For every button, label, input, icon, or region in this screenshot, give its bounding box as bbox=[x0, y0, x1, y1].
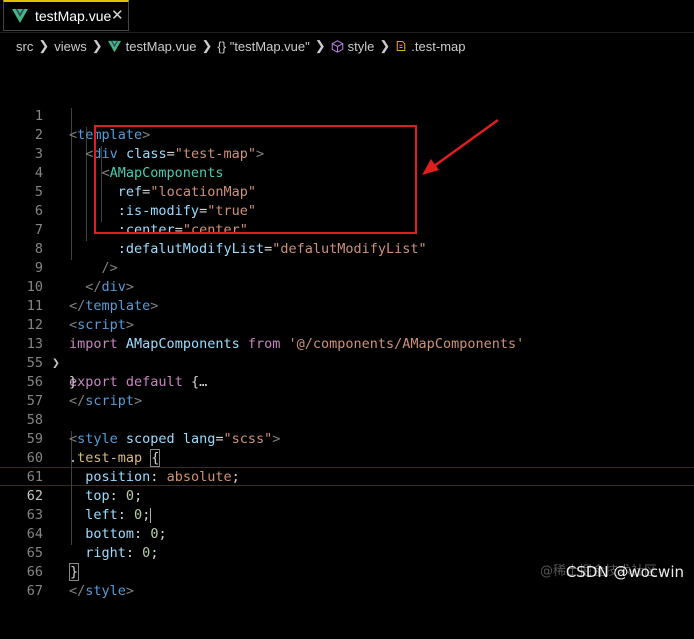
breadcrumb-item-module[interactable]: {} "testMap.vue" bbox=[217, 39, 309, 54]
code-line: 55 } bbox=[0, 335, 694, 390]
code-line: 62 left: 0; bbox=[0, 468, 694, 523]
tab-testmap-vue[interactable]: testMap.vue ✕ bbox=[3, 0, 129, 31]
code-line: 13 ❯ export default {… bbox=[0, 316, 694, 390]
chevron-right-icon: ❯ bbox=[91, 38, 103, 53]
code-line: 59 .test-map { bbox=[0, 411, 694, 467]
chevron-right-icon: ❯ bbox=[379, 38, 391, 53]
breadcrumb-item-file[interactable]: testMap.vue bbox=[126, 39, 197, 54]
vue-file-icon bbox=[107, 40, 121, 52]
chevron-right-icon: ❯ bbox=[201, 38, 213, 53]
code-line: 9 </div> bbox=[0, 240, 694, 295]
code-line: 11 <script> bbox=[0, 278, 694, 333]
code-line: 56 </script> bbox=[0, 354, 694, 409]
code-line: 65 } bbox=[0, 525, 694, 581]
breadcrumb-item-selector[interactable]: .test-map bbox=[411, 39, 465, 54]
code-line: 58 <style scoped lang="scss"> bbox=[0, 392, 694, 447]
breadcrumb-item-views[interactable]: views bbox=[54, 39, 87, 54]
line-number: 67 bbox=[26, 583, 43, 599]
code-line: 57 bbox=[0, 373, 694, 409]
cube-icon bbox=[331, 39, 343, 53]
breadcrumb-item-style[interactable]: style bbox=[348, 39, 375, 54]
css-selector-icon bbox=[397, 40, 406, 52]
code-line: 63 bottom: 0; bbox=[0, 487, 694, 542]
code-line: 10 </template> bbox=[0, 259, 694, 314]
chevron-right-icon: ❯ bbox=[38, 38, 50, 53]
code-line: 60 position: absolute; bbox=[0, 430, 694, 485]
close-icon[interactable]: ✕ bbox=[111, 6, 124, 24]
code-line: 2 <div class="test-map"> bbox=[0, 107, 694, 162]
annotation-highlight-box bbox=[94, 125, 417, 234]
watermark: CSDN @wocwin bbox=[565, 563, 684, 581]
vue-file-icon bbox=[12, 9, 28, 23]
editor-tab-bar: testMap.vue ✕ bbox=[0, 0, 694, 33]
code-line: 61 top: 0; bbox=[0, 449, 694, 504]
breadcrumb: src ❯ views ❯ testMap.vue ❯ {} "testMap.… bbox=[16, 37, 465, 55]
tab-label: testMap.vue bbox=[35, 8, 112, 24]
code-line: 64 right: 0; bbox=[0, 506, 694, 561]
breadcrumb-item-src[interactable]: src bbox=[16, 39, 33, 54]
chevron-right-icon: ❯ bbox=[314, 38, 326, 53]
code-line: 12 import AMapComponents from '@/compone… bbox=[0, 297, 694, 352]
code-line: 1 <template> bbox=[0, 88, 694, 143]
annotation-arrow-icon bbox=[422, 118, 499, 175]
